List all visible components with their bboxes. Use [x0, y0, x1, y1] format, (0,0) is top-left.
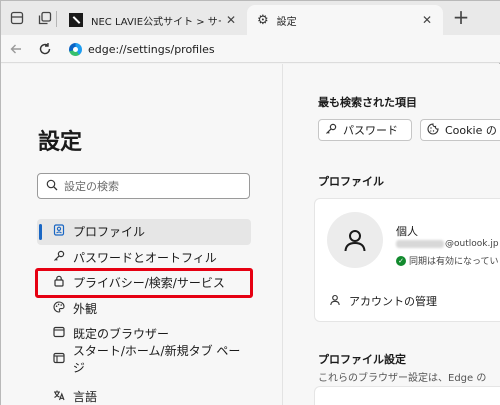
address-bar[interactable]: edge://settings/profiles: [63, 37, 499, 61]
sync-status-text: 同期は有効になってい: [409, 257, 499, 267]
settings-sidebar: 設定 設定の検索 プロファイル パスワードとオートフィル プライバシー/検索/サ…: [1, 64, 283, 405]
sidebar-item-appearance[interactable]: 外観: [37, 296, 251, 322]
profile-email: @outlook.jp: [396, 239, 499, 249]
settings-main: 最も検索された項目 パスワード Cookie の プロファイル 個人 @outl…: [284, 64, 500, 405]
tab-title: NEC LAVIE公式サイト > サービス&サポ: [91, 16, 221, 28]
page-title: 設定: [38, 130, 83, 155]
url-text: edge://settings/profiles: [88, 42, 215, 56]
sidebar-item-label: 外観: [73, 301, 98, 316]
person-icon: [329, 294, 341, 309]
workspaces-icon[interactable]: [33, 7, 57, 29]
key-icon: [50, 250, 68, 265]
settings-search-input[interactable]: 設定の検索: [37, 173, 250, 199]
profile-settings-description: これらのブラウザー設定は、Edge の: [318, 373, 487, 384]
person-icon: [344, 230, 366, 252]
window-menu-icon[interactable]: [5, 7, 29, 29]
person-card-icon: [50, 224, 68, 239]
gear-icon: ⚙: [257, 12, 269, 28]
key-icon: [325, 123, 337, 138]
sidebar-item-passwords-autofill[interactable]: パスワードとオートフィル: [37, 245, 251, 271]
sync-status: ✓ 同期は有効になってい: [396, 254, 499, 267]
back-button[interactable]: [5, 38, 27, 60]
language-icon: [50, 389, 68, 404]
manage-account-link[interactable]: アカウントの管理: [329, 293, 437, 309]
sidebar-item-profiles[interactable]: プロファイル: [37, 219, 251, 245]
redacted-email: [396, 239, 444, 248]
search-placeholder: 設定の検索: [64, 180, 119, 193]
profile-name: 個人: [396, 225, 418, 238]
tab-settings[interactable]: ⚙ 設定 ✕: [247, 5, 443, 35]
chip-label: パスワード: [343, 124, 398, 137]
sidebar-item-privacy-search-services[interactable]: プライバシー/検索/サービス: [35, 268, 253, 298]
chip-passwords[interactable]: パスワード: [318, 119, 412, 141]
tab-divider: [56, 11, 57, 27]
avatar[interactable]: [327, 212, 383, 268]
close-icon[interactable]: ✕: [417, 13, 437, 27]
tab-title: 設定: [276, 16, 297, 28]
tab-strip: NEC LAVIE公式サイト > サービス&サポ ✕ ⚙ 設定 ✕ +: [1, 1, 500, 35]
palette-icon: [50, 301, 68, 316]
tab-nec-lavie[interactable]: NEC LAVIE公式サイト > サービス&サポ ✕: [61, 5, 247, 35]
chip-cookies[interactable]: Cookie の: [420, 119, 500, 141]
profile-card: 個人 @outlook.jp ✓ 同期は有効になってい アカウントの管理: [314, 198, 500, 322]
back-arrow-icon: [10, 44, 21, 54]
nec-favicon-icon: [69, 13, 83, 27]
search-icon: [46, 179, 58, 194]
browser-icon: [50, 326, 68, 341]
manage-account-label: アカウントの管理: [349, 295, 437, 308]
sidebar-item-label: プライバシー/検索/サービス: [73, 276, 225, 291]
sidebar-item-label: プロファイル: [73, 225, 146, 240]
sidebar-item-label: 言語: [73, 390, 98, 405]
check-icon: ✓: [396, 255, 406, 266]
profile-section-title: プロファイル: [318, 175, 384, 188]
edge-logo-icon: [69, 42, 82, 56]
close-icon[interactable]: ✕: [221, 13, 241, 27]
sidebar-item-label: スタート/ホーム/新規タブ ページ: [72, 344, 241, 376]
settings-nav: プロファイル パスワードとオートフィル プライバシー/検索/サービス 外観 既定…: [35, 219, 253, 405]
reload-button[interactable]: [34, 38, 56, 60]
address-toolbar: edge://settings/profiles: [1, 35, 500, 63]
reload-icon: [39, 43, 51, 55]
top-searched-title: 最も検索された項目: [318, 96, 417, 109]
profile-settings-card: [314, 386, 500, 405]
lock-icon: [50, 275, 68, 290]
profile-settings-title: プロファイル設定: [318, 353, 406, 366]
sidebar-item-label: パスワードとオートフィル: [73, 250, 217, 265]
new-tab-button[interactable]: +: [449, 6, 473, 30]
sidebar-item-start-home-newtab[interactable]: スタート/ホーム/新規タブ ページ: [37, 344, 251, 375]
chip-label: Cookie の: [445, 124, 497, 137]
home-window-icon: [50, 352, 68, 367]
email-domain: @outlook.jp: [445, 239, 499, 249]
cookie-icon: [427, 122, 439, 138]
sidebar-item-label: 既定のブラウザー: [73, 327, 170, 342]
settings-content: 設定 設定の検索 プロファイル パスワードとオートフィル プライバシー/検索/サ…: [1, 64, 500, 405]
sidebar-item-languages[interactable]: 言語: [37, 384, 251, 405]
